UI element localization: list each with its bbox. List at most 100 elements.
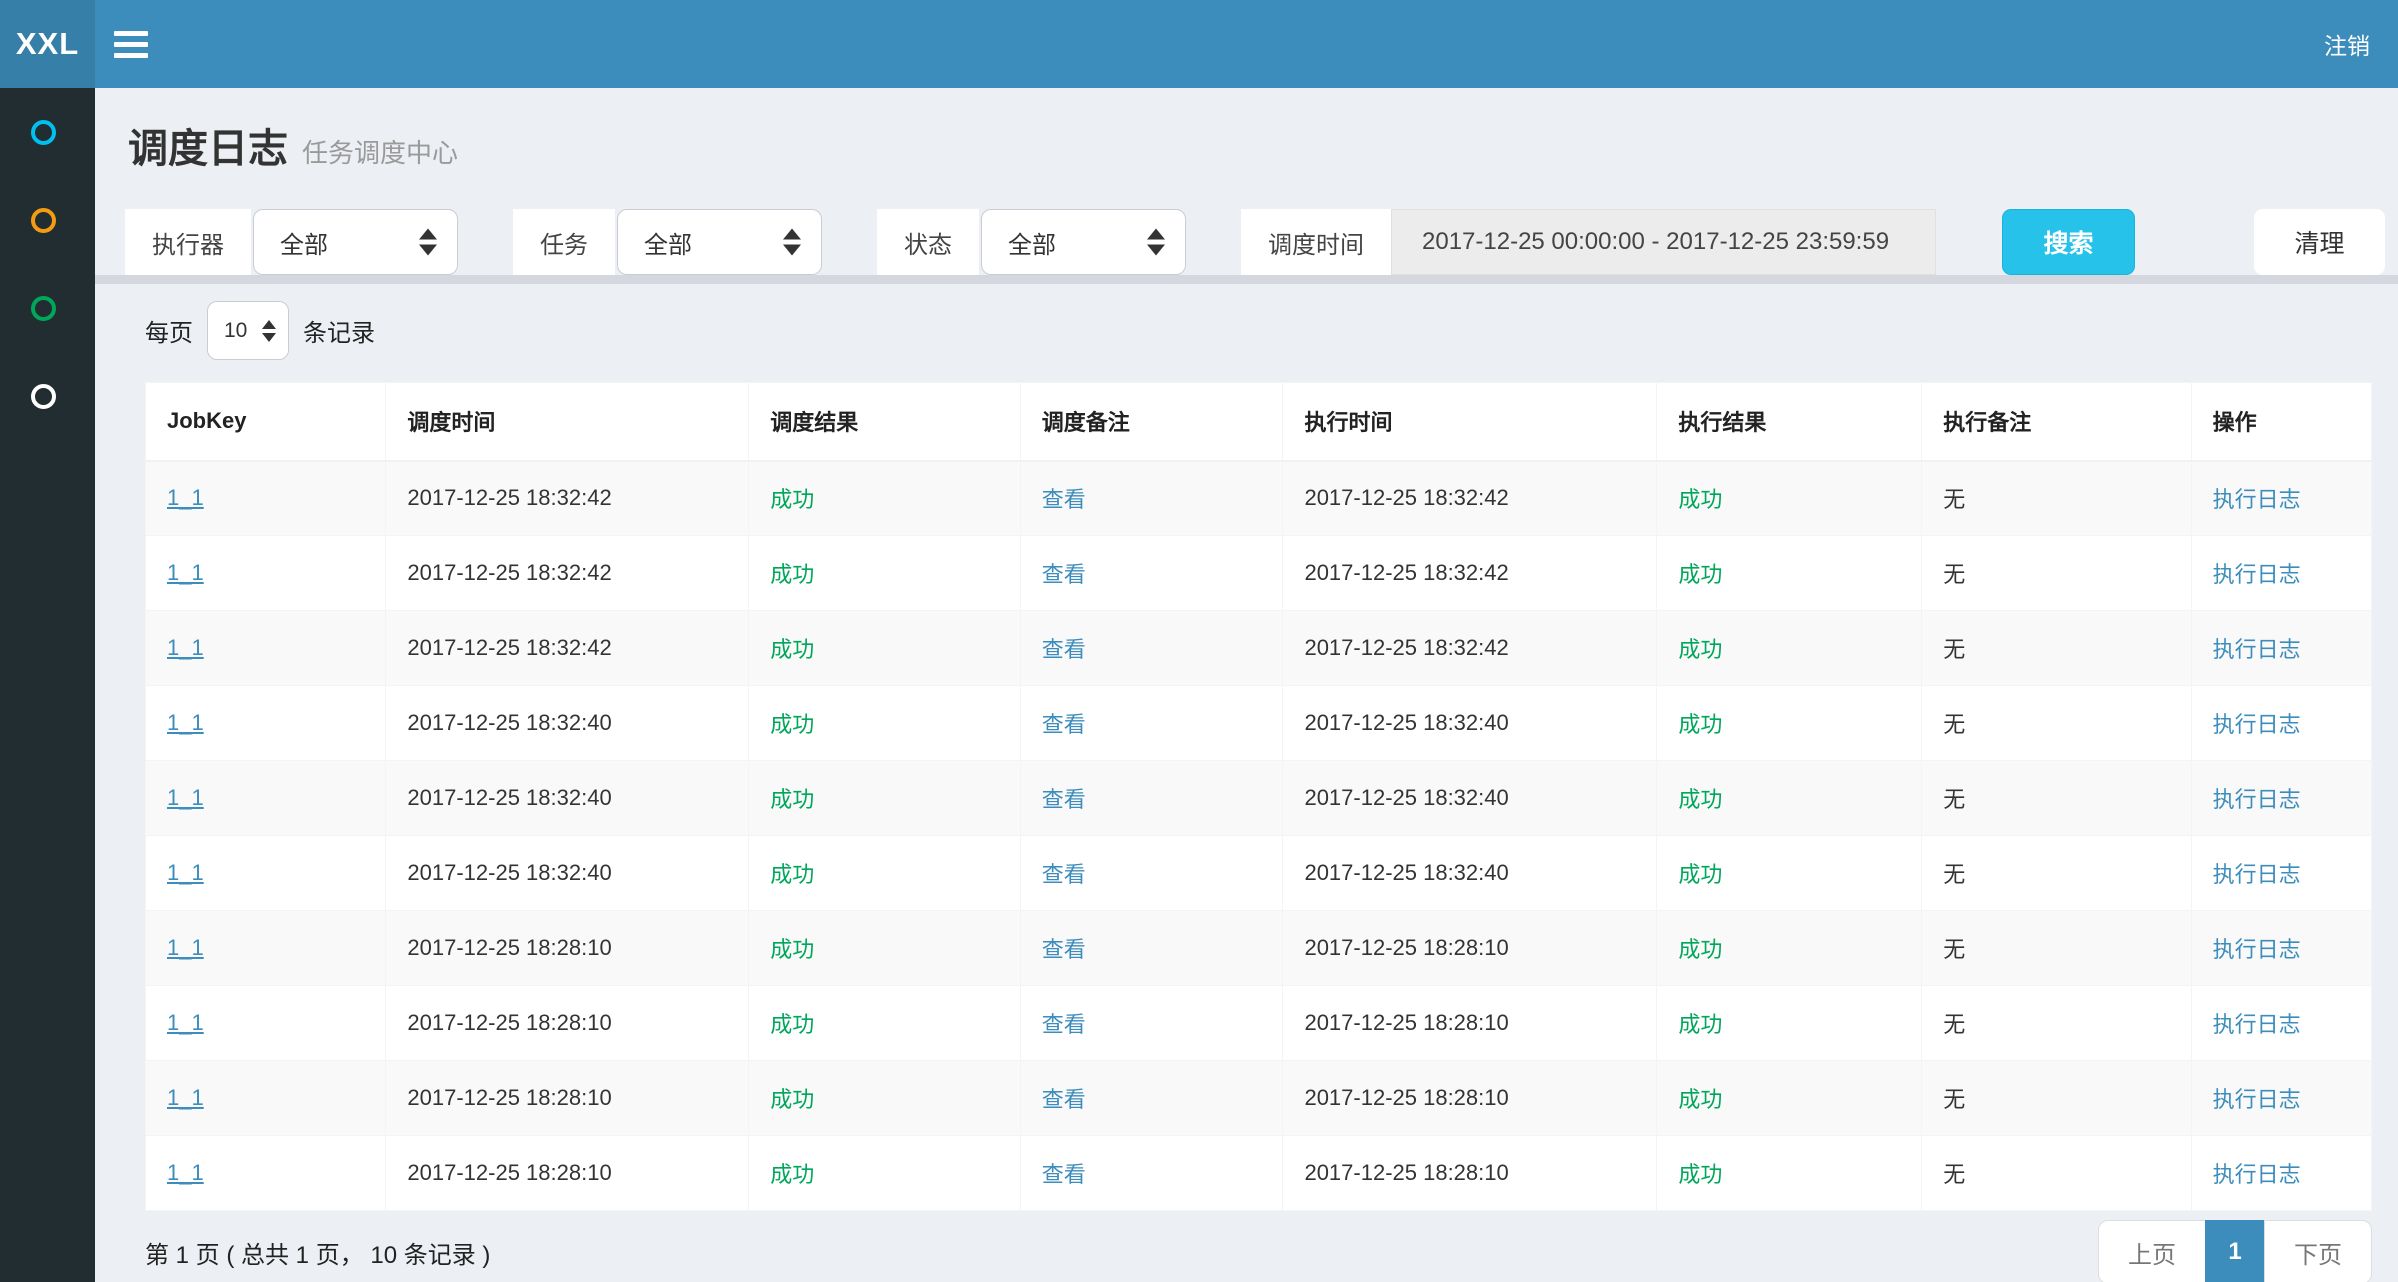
handle_msg-text: 无 <box>1943 787 1965 812</box>
jobkey-link[interactable]: 1_1 <box>167 635 204 660</box>
log-table-container: JobKey调度时间调度结果调度备注执行时间执行结果执行备注操作 1_12017… <box>145 382 2372 1211</box>
handle_time-text: 2017-12-25 18:32:40 <box>1304 860 1508 885</box>
handle_result-status: 成功 <box>1678 1087 1722 1112</box>
trigger_msg-link[interactable]: 查看 <box>1042 1162 1086 1187</box>
cell-action: 执行日志 <box>2191 461 2371 536</box>
top-navbar: XXL 注销 <box>0 0 2398 88</box>
cell-handle_msg: 无 <box>1922 1061 2191 1136</box>
trigger_msg-link[interactable]: 查看 <box>1042 487 1086 512</box>
handle_result-status: 成功 <box>1678 487 1722 512</box>
action-link[interactable]: 执行日志 <box>2213 787 2301 812</box>
column-header-trigger_result: 调度结果 <box>749 383 1021 461</box>
jobkey-link[interactable]: 1_1 <box>167 860 204 885</box>
trigger_msg-link[interactable]: 查看 <box>1042 637 1086 662</box>
jobkey-link[interactable]: 1_1 <box>167 485 204 510</box>
jobkey-link[interactable]: 1_1 <box>167 785 204 810</box>
cell-jobkey: 1_1 <box>146 761 386 836</box>
trigger_result-status: 成功 <box>770 1087 814 1112</box>
cell-trigger_result: 成功 <box>749 761 1021 836</box>
action-link[interactable]: 执行日志 <box>2213 937 2301 962</box>
job-select[interactable]: 全部 <box>617 209 822 275</box>
action-link[interactable]: 执行日志 <box>2213 862 2301 887</box>
trigger_msg-link[interactable]: 查看 <box>1042 937 1086 962</box>
cell-action: 执行日志 <box>2191 536 2371 611</box>
action-link[interactable]: 执行日志 <box>2213 1012 2301 1037</box>
action-link[interactable]: 执行日志 <box>2213 712 2301 737</box>
cell-handle_time: 2017-12-25 18:28:10 <box>1283 1061 1657 1136</box>
trigger_msg-link[interactable]: 查看 <box>1042 1012 1086 1037</box>
jobkey-link[interactable]: 1_1 <box>167 710 204 735</box>
trigger_result-status: 成功 <box>770 562 814 587</box>
handle_time-text: 2017-12-25 18:32:40 <box>1304 785 1508 810</box>
column-header-handle_time: 执行时间 <box>1283 383 1657 461</box>
action-link[interactable]: 执行日志 <box>2213 562 2301 587</box>
current-page-button[interactable]: 1 <box>2205 1220 2265 1282</box>
column-header-handle_result: 执行结果 <box>1657 383 1922 461</box>
action-link[interactable]: 执行日志 <box>2213 1087 2301 1112</box>
circle-outline-icon <box>31 208 56 233</box>
executor-select[interactable]: 全部 <box>253 209 458 275</box>
handle_result-status: 成功 <box>1678 712 1722 737</box>
trigger_time-text: 2017-12-25 18:28:10 <box>407 935 611 960</box>
search-button[interactable]: 搜索 <box>2002 209 2135 275</box>
handle_msg-text: 无 <box>1943 712 1965 737</box>
cell-action: 执行日志 <box>2191 836 2371 911</box>
clean-button[interactable]: 清理 <box>2254 209 2385 275</box>
cell-trigger_time: 2017-12-25 18:32:42 <box>386 611 749 686</box>
jobkey-link[interactable]: 1_1 <box>167 1160 204 1185</box>
sidebar-item-menu-item-3[interactable] <box>0 264 95 352</box>
page-size-select[interactable]: 10 <box>207 301 289 360</box>
cell-handle_result: 成功 <box>1657 1136 1922 1211</box>
cell-trigger_msg: 查看 <box>1020 686 1283 761</box>
cell-trigger_result: 成功 <box>749 1061 1021 1136</box>
cell-action: 执行日志 <box>2191 611 2371 686</box>
trigger_msg-link[interactable]: 查看 <box>1042 862 1086 887</box>
action-link[interactable]: 执行日志 <box>2213 487 2301 512</box>
cell-trigger_time: 2017-12-25 18:32:40 <box>386 686 749 761</box>
trigger_time-text: 2017-12-25 18:32:42 <box>407 635 611 660</box>
jobkey-link[interactable]: 1_1 <box>167 560 204 585</box>
logout-link[interactable]: 注销 <box>2296 0 2398 88</box>
trigger-time-range-input[interactable]: 2017-12-25 00:00:00 - 2017-12-25 23:59:5… <box>1391 209 1936 275</box>
cell-handle_result: 成功 <box>1657 1061 1922 1136</box>
sidebar-item-menu-item-1[interactable] <box>0 88 95 176</box>
prev-page-button[interactable]: 上页 <box>2098 1220 2206 1282</box>
sidebar-item-menu-item-4[interactable] <box>0 352 95 440</box>
table-row: 1_12017-12-25 18:32:40成功查看2017-12-25 18:… <box>146 836 2372 911</box>
cell-handle_msg: 无 <box>1922 461 2191 536</box>
action-link[interactable]: 执行日志 <box>2213 637 2301 662</box>
sidebar-item-menu-item-2[interactable] <box>0 176 95 264</box>
jobkey-link[interactable]: 1_1 <box>167 1085 204 1110</box>
table-row: 1_12017-12-25 18:28:10成功查看2017-12-25 18:… <box>146 986 2372 1061</box>
action-link[interactable]: 执行日志 <box>2213 1162 2301 1187</box>
select-stepper-icon <box>783 229 801 256</box>
cell-trigger_msg: 查看 <box>1020 1061 1283 1136</box>
trigger_time-text: 2017-12-25 18:32:40 <box>407 785 611 810</box>
sidebar-toggle-button[interactable] <box>95 0 167 88</box>
jobkey-link[interactable]: 1_1 <box>167 935 204 960</box>
handle_msg-text: 无 <box>1943 562 1965 587</box>
cell-trigger_result: 成功 <box>749 461 1021 536</box>
next-page-button[interactable]: 下页 <box>2264 1220 2372 1282</box>
trigger_time-text: 2017-12-25 18:32:42 <box>407 485 611 510</box>
app-logo[interactable]: XXL <box>0 0 95 88</box>
trigger_msg-link[interactable]: 查看 <box>1042 1087 1086 1112</box>
trigger_msg-link[interactable]: 查看 <box>1042 562 1086 587</box>
trigger_msg-link[interactable]: 查看 <box>1042 712 1086 737</box>
status-select[interactable]: 全部 <box>981 209 1186 275</box>
cell-handle_result: 成功 <box>1657 536 1922 611</box>
status-select-value: 全部 <box>1008 225 1056 260</box>
cell-handle_time: 2017-12-25 18:32:42 <box>1283 461 1657 536</box>
trigger-time-filter-label: 调度时间 <box>1241 209 1391 275</box>
handle_time-text: 2017-12-25 18:32:42 <box>1304 485 1508 510</box>
trigger_msg-link[interactable]: 查看 <box>1042 787 1086 812</box>
job-log-table: JobKey调度时间调度结果调度备注执行时间执行结果执行备注操作 1_12017… <box>145 382 2372 1211</box>
jobkey-link[interactable]: 1_1 <box>167 1010 204 1035</box>
cell-handle_msg: 无 <box>1922 611 2191 686</box>
handle_time-text: 2017-12-25 18:28:10 <box>1304 935 1508 960</box>
handle_msg-text: 无 <box>1943 937 1965 962</box>
page-title: 调度日志 <box>128 116 288 174</box>
circle-outline-icon <box>31 296 56 321</box>
circle-outline-icon <box>31 384 56 409</box>
cell-handle_msg: 无 <box>1922 686 2191 761</box>
